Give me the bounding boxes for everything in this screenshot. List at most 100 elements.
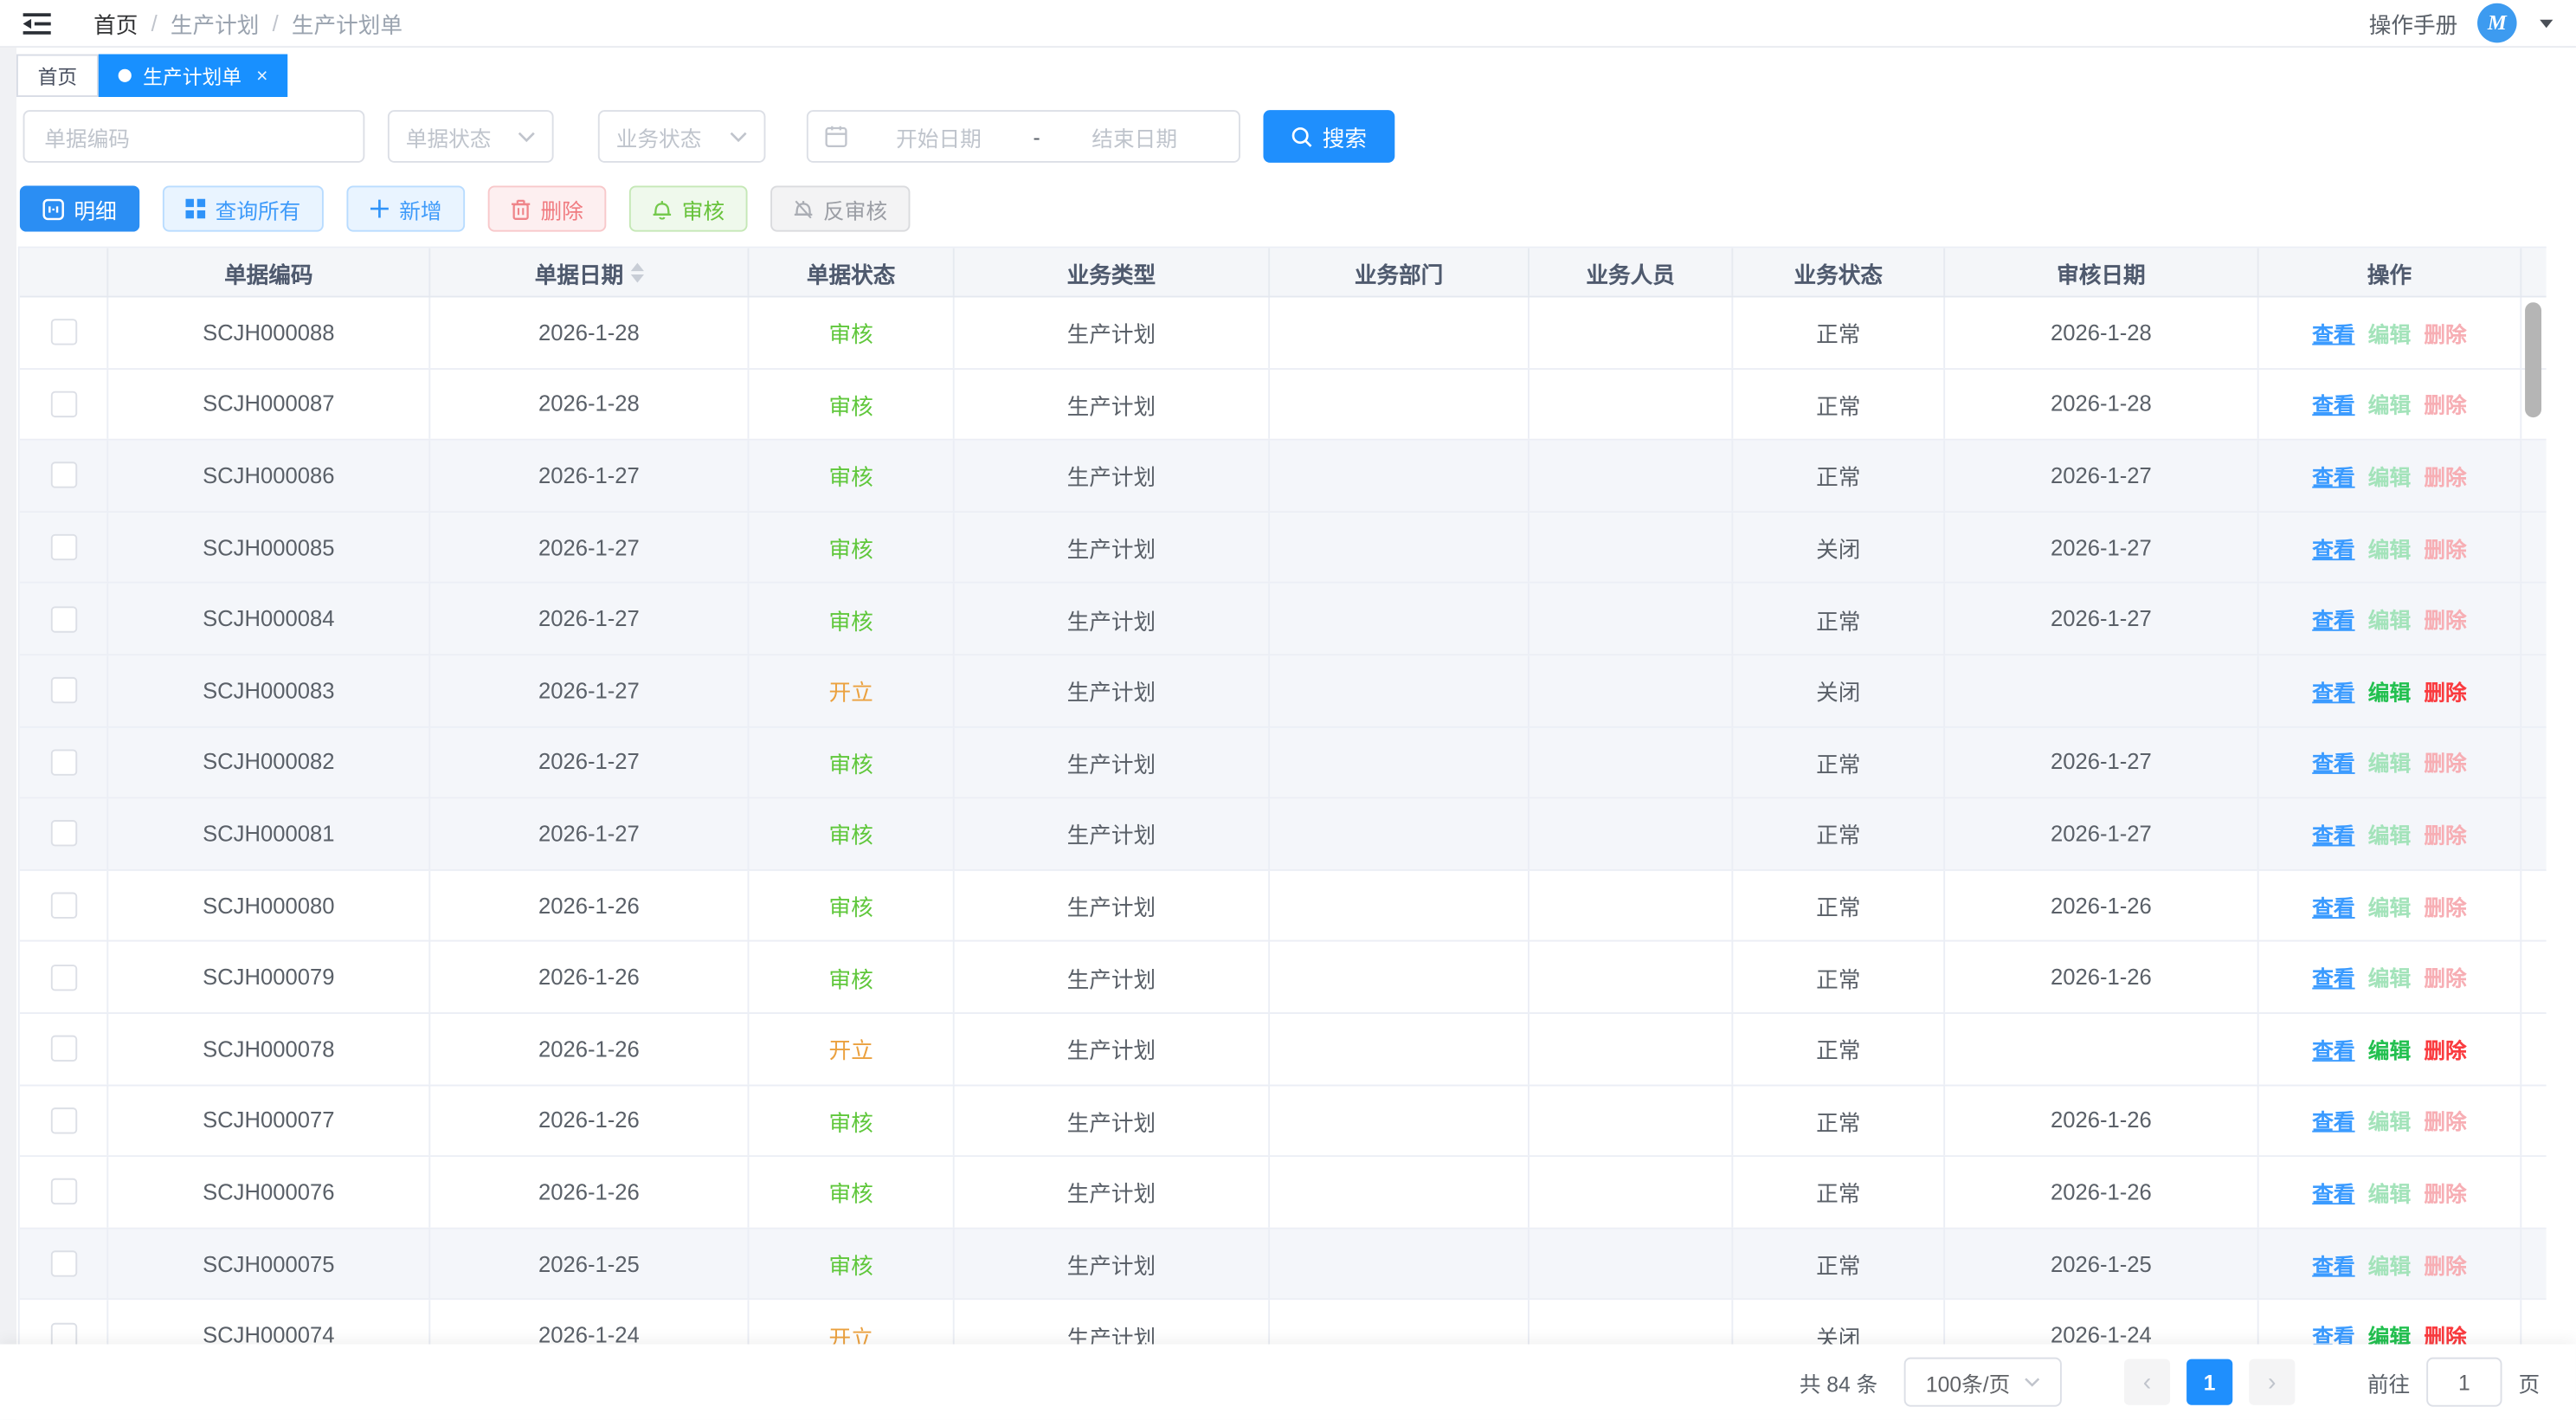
biz-status-select[interactable]: 业务状态 <box>598 110 766 163</box>
row-checkbox-cell <box>20 1229 108 1299</box>
manual-link[interactable]: 操作手册 <box>2369 7 2457 40</box>
delete-link[interactable]: 删除 <box>2424 1105 2466 1136</box>
edit-link[interactable]: 编辑 <box>2368 1105 2411 1136</box>
delete-link[interactable]: 删除 <box>2424 1177 2466 1208</box>
row-checkbox[interactable] <box>50 390 76 416</box>
edit-link[interactable]: 编辑 <box>2368 818 2411 849</box>
edit-link[interactable]: 编辑 <box>2368 746 2411 778</box>
edit-link[interactable]: 编辑 <box>2368 1248 2411 1279</box>
view-link[interactable]: 查看 <box>2312 1248 2354 1279</box>
prev-page-button[interactable]: ‹ <box>2124 1359 2170 1405</box>
delete-link[interactable]: 删除 <box>2424 317 2466 348</box>
row-checkbox[interactable] <box>50 606 76 632</box>
detail-button-label: 明细 <box>74 193 116 224</box>
edit-link[interactable]: 编辑 <box>2368 675 2411 707</box>
breadcrumb: 首页 / 生产计划 / 生产计划单 <box>93 7 402 40</box>
doc-code-cell: SCJH000081 <box>108 799 430 869</box>
avatar[interactable]: M <box>2477 3 2517 43</box>
goto-page-input[interactable]: 1 <box>2426 1358 2502 1407</box>
delete-button[interactable]: 删除 <box>488 185 607 231</box>
delete-link[interactable]: 删除 <box>2424 460 2466 491</box>
view-link[interactable]: 查看 <box>2312 389 2354 420</box>
delete-link[interactable]: 删除 <box>2424 962 2466 993</box>
doc-status-badge: 开立 <box>828 1032 873 1065</box>
view-link[interactable]: 查看 <box>2312 1033 2354 1064</box>
row-checkbox[interactable] <box>50 964 76 990</box>
doc-date-cell: 2026-1-26 <box>430 1157 749 1227</box>
row-checkbox[interactable] <box>50 677 76 703</box>
view-link[interactable]: 查看 <box>2312 604 2354 635</box>
edit-link[interactable]: 编辑 <box>2368 962 2411 993</box>
search-button[interactable]: 搜索 <box>1263 110 1394 163</box>
delete-link[interactable]: 删除 <box>2424 389 2466 420</box>
edit-link[interactable]: 编辑 <box>2368 890 2411 921</box>
delete-link[interactable]: 删除 <box>2424 746 2466 778</box>
row-checkbox[interactable] <box>50 1036 76 1062</box>
add-button[interactable]: 新增 <box>347 185 466 231</box>
view-link[interactable]: 查看 <box>2312 532 2354 563</box>
edit-link[interactable]: 编辑 <box>2368 532 2411 563</box>
view-link[interactable]: 查看 <box>2312 460 2354 491</box>
row-checkbox[interactable] <box>50 893 76 919</box>
detail-button[interactable]: 明细 <box>20 185 140 231</box>
doc-date-cell: 2026-1-26 <box>430 942 749 1012</box>
row-checkbox[interactable] <box>50 462 76 488</box>
tab-home[interactable]: 首页 <box>16 55 99 97</box>
tab-production-plan[interactable]: 生产计划单 × <box>99 55 287 97</box>
view-link[interactable]: 查看 <box>2312 818 2354 849</box>
view-link[interactable]: 查看 <box>2312 675 2354 707</box>
vertical-scrollbar[interactable] <box>2525 302 2541 417</box>
row-checkbox[interactable] <box>50 1322 76 1344</box>
row-checkbox[interactable] <box>50 534 76 560</box>
row-checkbox[interactable] <box>50 749 76 775</box>
unaudit-button[interactable]: 反审核 <box>770 185 910 231</box>
edit-link[interactable]: 编辑 <box>2368 389 2411 420</box>
sidebar-fold-icon[interactable] <box>23 12 51 34</box>
view-link[interactable]: 查看 <box>2312 317 2354 348</box>
row-checkbox[interactable] <box>50 1107 76 1133</box>
breadcrumb-home[interactable]: 首页 <box>93 7 138 40</box>
edit-link[interactable]: 编辑 <box>2368 460 2411 491</box>
edit-link[interactable]: 编辑 <box>2368 604 2411 635</box>
delete-link[interactable]: 删除 <box>2424 818 2466 849</box>
biz-status-cell: 正常 <box>1733 298 1945 368</box>
row-checkbox[interactable] <box>50 821 76 847</box>
view-link[interactable]: 查看 <box>2312 1320 2354 1344</box>
edit-link[interactable]: 编辑 <box>2368 317 2411 348</box>
next-page-button[interactable]: › <box>2249 1359 2295 1405</box>
view-link[interactable]: 查看 <box>2312 746 2354 778</box>
page-number-button[interactable]: 1 <box>2186 1359 2232 1405</box>
delete-link[interactable]: 删除 <box>2424 1320 2466 1344</box>
audit-button[interactable]: 审核 <box>629 185 748 231</box>
biz-status-cell: 正常 <box>1733 799 1945 869</box>
delete-link[interactable]: 删除 <box>2424 604 2466 635</box>
edit-link[interactable]: 编辑 <box>2368 1320 2411 1344</box>
delete-link[interactable]: 删除 <box>2424 890 2466 921</box>
row-checkbox[interactable] <box>50 1179 76 1205</box>
row-checkbox[interactable] <box>50 320 76 345</box>
end-date-placeholder[interactable]: 结束日期 <box>1046 120 1222 152</box>
edit-link[interactable]: 编辑 <box>2368 1177 2411 1208</box>
breadcrumb-level1[interactable]: 生产计划 <box>171 7 259 40</box>
column-header-2[interactable]: 单据日期 <box>430 248 749 296</box>
row-checkbox[interactable] <box>50 1250 76 1276</box>
view-link[interactable]: 查看 <box>2312 1105 2354 1136</box>
view-link[interactable]: 查看 <box>2312 890 2354 921</box>
delete-link[interactable]: 删除 <box>2424 532 2466 563</box>
query-all-button[interactable]: 查询所有 <box>163 185 324 231</box>
view-link[interactable]: 查看 <box>2312 962 2354 993</box>
sort-carets-icon[interactable] <box>630 262 643 282</box>
doc-code-input[interactable]: 单据编码 <box>23 110 365 163</box>
start-date-placeholder[interactable]: 开始日期 <box>851 120 1027 152</box>
close-icon[interactable]: × <box>256 64 267 87</box>
delete-link[interactable]: 删除 <box>2424 1248 2466 1279</box>
view-link[interactable]: 查看 <box>2312 1177 2354 1208</box>
delete-link[interactable]: 删除 <box>2424 1033 2466 1064</box>
delete-link[interactable]: 删除 <box>2424 675 2466 707</box>
doc-status-select[interactable]: 单据状态 <box>388 110 554 163</box>
date-range-picker[interactable]: 开始日期 - 结束日期 <box>807 110 1240 163</box>
chevron-down-icon[interactable] <box>2540 19 2553 27</box>
doc-status-cell: 审核 <box>749 1229 954 1299</box>
page-size-select[interactable]: 100条/页 <box>1904 1358 2062 1407</box>
edit-link[interactable]: 编辑 <box>2368 1033 2411 1064</box>
